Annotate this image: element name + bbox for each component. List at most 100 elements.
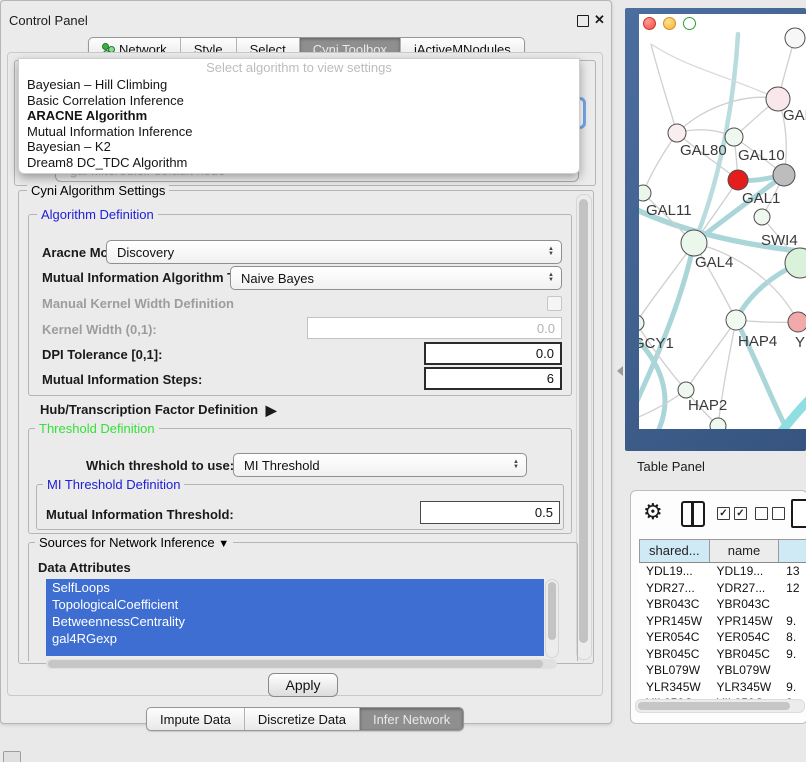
settings-horizontal-scrollbar[interactable] — [46, 659, 557, 669]
mi-steps-field[interactable] — [424, 367, 562, 390]
table-cell: YBR043C — [710, 596, 780, 613]
table-cell: YER054C — [710, 629, 780, 646]
table-row[interactable]: YBR043CYBR043C — [639, 596, 806, 613]
table-horizontal-scrollbar[interactable] — [635, 699, 805, 713]
collapse-arrow-icon: ▼ — [218, 538, 229, 550]
attribute-item-gal4rgexp[interactable]: gal4RGexp — [46, 630, 544, 647]
node-label-gcy1: GCY1 — [639, 335, 674, 352]
data-attributes-list[interactable]: SelfLoopsTopologicalCoefficientBetweenne… — [46, 579, 544, 656]
dropdown-item-bayesian-hill-climbing[interactable]: Bayesian – Hill Climbing — [19, 77, 579, 93]
node-label-y: Y — [795, 334, 805, 351]
table-row[interactable]: YBL079WYBL079W — [639, 662, 806, 679]
network-node-swi4[interactable] — [785, 248, 806, 278]
apply-button[interactable]: Apply — [268, 673, 338, 697]
network-node-hap4[interactable] — [726, 310, 746, 330]
settings-panel-title: Cyni Algorithm Settings — [27, 183, 169, 198]
network-edge[interactable] — [643, 133, 677, 193]
deselect-all-columns-icon[interactable] — [755, 507, 785, 520]
network-node[interactable] — [785, 28, 805, 48]
network-edge[interactable] — [651, 44, 778, 99]
table-row[interactable]: YPR145WYPR145W9. — [639, 613, 806, 630]
window-close-button[interactable] — [643, 17, 656, 30]
node-label-swi4: SWI4 — [761, 232, 798, 249]
table-row[interactable]: YDR27...YDR27...12 — [639, 580, 806, 597]
select-all-columns-icon[interactable]: ✓✓ — [717, 507, 747, 520]
attributes-vertical-scrollbar[interactable] — [545, 579, 559, 658]
dropdown-item-basic-correlation-inference[interactable]: Basic Correlation Inference — [19, 93, 579, 109]
kernel-width-field[interactable] — [307, 317, 562, 339]
network-edge[interactable] — [651, 44, 677, 133]
table-cell: YPR145W — [710, 613, 780, 630]
network-node-gal11[interactable] — [639, 185, 651, 201]
attributes-scrollbar-thumb[interactable] — [548, 582, 556, 640]
window-zoom-button[interactable] — [683, 17, 696, 30]
network-node-gcy1[interactable] — [639, 315, 644, 331]
table-cell: YER054C — [639, 629, 710, 646]
node-label-gal80: GAL80 — [680, 142, 727, 159]
network-canvas[interactable]: GALGAL80GAL10GAL1GAL11GAL4SWI4HAP4YGCY1H… — [639, 14, 806, 429]
network-node-gal4[interactable] — [681, 230, 707, 256]
table-panel: ⚙ ✓✓ shared...name YDL19...YDL19...13YDR… — [630, 490, 806, 724]
dpi-tolerance-field[interactable] — [424, 342, 562, 365]
split-view-icon[interactable] — [681, 501, 705, 527]
combo-arrows-icon: ▲▼ — [513, 460, 519, 470]
dropdown-item-mutual-information-inference[interactable]: Mutual Information Inference — [19, 124, 579, 140]
attribute-item-selfloops[interactable]: SelfLoops — [46, 579, 544, 596]
node-label-gal10: GAL10 — [738, 147, 785, 164]
mi-type-combo[interactable]: Naive Bayes ▲▼ — [230, 266, 562, 290]
table-h-scrollbar-thumb[interactable] — [638, 702, 790, 710]
table-cell: YDL19... — [710, 563, 780, 580]
column-header-shared[interactable]: shared... — [639, 539, 710, 563]
settings-vertical-scrollbar[interactable] — [576, 194, 592, 660]
manual-kernel-label: Manual Kernel Width Definition — [42, 296, 234, 311]
dropdown-item-bayesian-k2[interactable]: Bayesian – K2 — [19, 139, 579, 155]
aracne-mode-combo[interactable]: Discovery ▲▼ — [106, 240, 562, 264]
network-node-gal1[interactable] — [728, 170, 748, 190]
table-cell: YDR27... — [710, 580, 780, 597]
network-node-gal10[interactable] — [725, 128, 743, 146]
which-threshold-combo[interactable]: MI Threshold ▲▼ — [233, 453, 527, 477]
attribute-item-topologicalcoefficient[interactable]: TopologicalCoefficient — [46, 596, 544, 613]
bottom-tab-discretize-data[interactable]: Discretize Data — [244, 708, 359, 730]
table-row[interactable]: YLR345WYLR345W9. — [639, 679, 806, 696]
table-panel-title: Table Panel — [637, 459, 705, 474]
network-node[interactable] — [754, 209, 770, 225]
network-node[interactable] — [773, 164, 795, 186]
bottom-tab-impute-data-label: Impute Data — [160, 712, 231, 727]
manual-kernel-checkbox[interactable] — [547, 296, 562, 311]
window-minimize-button[interactable] — [663, 17, 676, 30]
bottom-tab-infer-network[interactable]: Infer Network — [359, 708, 463, 730]
minimized-panel-icon[interactable] — [3, 751, 21, 762]
table-row[interactable]: YER054CYER054C8. — [639, 629, 806, 646]
network-edge[interactable] — [686, 320, 736, 390]
table-cell — [779, 662, 806, 679]
settings-scrollbar-thumb[interactable] — [579, 199, 588, 643]
table-row[interactable]: YDL19...YDL19...13 — [639, 563, 806, 580]
table-cell: 12 — [779, 580, 806, 597]
network-node[interactable] — [710, 418, 726, 429]
bottom-tab-impute-data[interactable]: Impute Data — [147, 708, 244, 730]
panel-divider-handle[interactable] — [617, 366, 623, 376]
mi-threshold-label: Mutual Information Threshold: — [46, 507, 234, 522]
table-row[interactable]: YBR045CYBR045C9. — [639, 646, 806, 663]
which-threshold-label: Which threshold to use: — [86, 458, 234, 473]
network-node-y[interactable] — [788, 312, 806, 332]
h-scrollbar-thumb[interactable] — [48, 660, 543, 668]
document-icon[interactable] — [791, 499, 806, 528]
sources-title[interactable]: Sources for Network Inference ▼ — [35, 535, 233, 550]
settings-gear-icon[interactable]: ⚙ — [643, 499, 663, 525]
column-header-name[interactable]: name — [710, 539, 780, 563]
mi-threshold-field[interactable] — [420, 501, 560, 524]
network-node-gal80[interactable] — [668, 124, 686, 142]
attribute-item-betweennesscentrality[interactable]: BetweennessCentrality — [46, 613, 544, 630]
threshold-definition-title: Threshold Definition — [35, 421, 159, 436]
node-label-hap2: HAP2 — [688, 397, 727, 414]
hub-definition-toggle[interactable]: Hub/Transcription Factor Definition ▶ — [40, 401, 273, 418]
dropdown-item-dream8-dc-tdc-algorithm[interactable]: Dream8 DC_TDC Algorithm — [19, 155, 579, 171]
close-icon[interactable]: ✕ — [594, 12, 605, 28]
float-window-icon[interactable] — [577, 15, 589, 27]
table-cell: YLR345W — [639, 679, 710, 696]
network-node-hap2[interactable] — [678, 382, 694, 398]
column-header-col2[interactable] — [779, 539, 806, 563]
dropdown-item-aracne-algorithm[interactable]: ARACNE Algorithm — [19, 108, 579, 124]
